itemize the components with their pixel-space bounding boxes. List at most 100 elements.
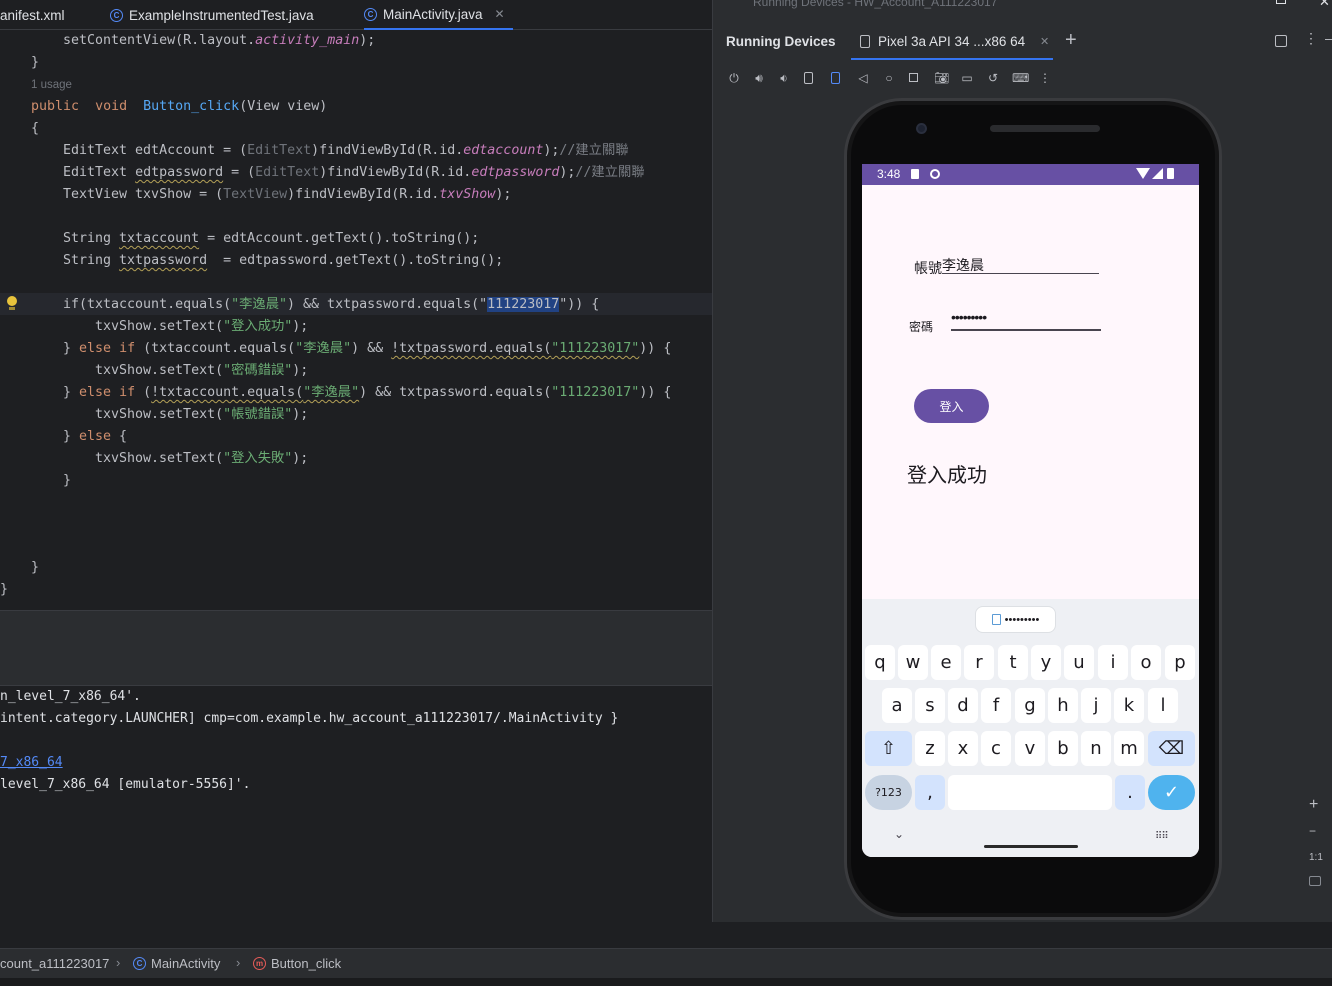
console-link[interactable]: 7_x86_64 <box>0 755 63 770</box>
code-line: String txtpassword = edtpassword.getText… <box>63 253 504 268</box>
lightbulb-icon[interactable] <box>7 296 17 310</box>
code-editor[interactable]: setContentView(R.layout.activity_main); … <box>0 30 712 610</box>
phone-screen[interactable]: 3:48 帳號 李逸晨 密碼 ••••••••• 登入 登入成功 •••••••… <box>862 164 1199 857</box>
backspace-key[interactable]: ⌫ <box>1148 731 1195 766</box>
zoom-in-button[interactable]: + <box>1309 796 1318 814</box>
enter-key[interactable]: ✓ <box>1148 775 1195 810</box>
volume-down-icon[interactable]: 🔉︎ <box>777 71 791 85</box>
tab-label: MainActivity.java <box>383 6 483 22</box>
key-w[interactable]: w <box>898 645 928 680</box>
tab-example-instrumented-test[interactable]: C ExampleInstrumentedTest.java <box>110 0 314 30</box>
key-n[interactable]: n <box>1081 731 1111 766</box>
close-icon[interactable]: ✕ <box>1040 35 1049 48</box>
ide-window: anifest.xml C ExampleInstrumentedTest.ja… <box>0 0 1332 986</box>
key-m[interactable]: m <box>1114 731 1144 766</box>
soft-keyboard: ••••••••• q w e r t y u i o p a s d f g … <box>862 599 1199 857</box>
login-button[interactable]: 登入 <box>914 389 989 423</box>
key-s[interactable]: s <box>915 688 945 723</box>
key-e[interactable]: e <box>931 645 961 680</box>
password-input[interactable]: ••••••••• <box>951 309 987 325</box>
overview-icon[interactable] <box>909 73 918 82</box>
tab-device[interactable]: Pixel 3a API 34 ...x86 64 ✕ <box>851 24 1053 60</box>
clipboard-suggestion[interactable]: ••••••••• <box>975 606 1056 633</box>
key-z[interactable]: z <box>915 731 945 766</box>
key-j[interactable]: j <box>1081 688 1111 723</box>
more-options-icon[interactable]: ⋮ <box>1304 30 1318 47</box>
layout-icon[interactable] <box>1275 35 1287 47</box>
password-underline <box>951 329 1101 331</box>
code-line: txvShow.setText("登入成功"); <box>95 319 309 334</box>
panel-splitter[interactable] <box>0 610 712 650</box>
rotate-right-icon[interactable] <box>831 72 840 84</box>
minimize-icon[interactable]: – <box>1325 30 1332 46</box>
running-devices-label: Running Devices <box>726 34 836 49</box>
gesture-home-bar[interactable] <box>984 845 1078 848</box>
account-input[interactable]: 李逸晨 <box>942 255 984 275</box>
zoom-out-button[interactable]: − <box>1309 824 1316 838</box>
key-b[interactable]: b <box>1048 731 1078 766</box>
code-line: txvShow.setText("帳號錯誤"); <box>95 407 309 422</box>
rotate-left-icon[interactable] <box>804 72 813 84</box>
symbols-key[interactable]: ?123 <box>865 775 912 810</box>
key-c[interactable]: c <box>981 731 1011 766</box>
usage-hint[interactable]: 1 usage <box>31 74 72 96</box>
key-p[interactable]: p <box>1165 645 1195 680</box>
key-u[interactable]: u <box>1064 645 1094 680</box>
camera-icon[interactable]: 📷︎ <box>934 71 949 85</box>
tab-label: anifest.xml <box>0 7 65 23</box>
reset-icon[interactable]: ↺ <box>986 71 1000 85</box>
space-key[interactable] <box>948 775 1112 810</box>
key-l[interactable]: l <box>1148 688 1178 723</box>
breadcrumb-project[interactable]: count_a111223017 <box>0 956 109 971</box>
breadcrumb-class[interactable]: C MainActivity <box>133 956 220 971</box>
class-icon: C <box>364 7 377 21</box>
signal-icon <box>1152 168 1163 179</box>
back-icon[interactable]: ◁ <box>856 71 870 85</box>
sync-icon <box>930 169 940 179</box>
breadcrumb-method[interactable]: m Button_click <box>253 956 341 971</box>
close-icon[interactable]: ✕ <box>1319 0 1330 10</box>
taskbar-strip <box>0 978 1332 986</box>
key-i[interactable]: i <box>1098 645 1128 680</box>
key-x[interactable]: x <box>948 731 978 766</box>
result-text: 登入成功 <box>907 465 987 487</box>
navigation-bar: count_a111223017 › C MainActivity › m Bu… <box>0 948 1332 978</box>
key-g[interactable]: g <box>1015 688 1045 723</box>
zoom-actual-button[interactable]: 1:1 <box>1309 852 1323 863</box>
code-line: TextView txvShow = (TextView)findViewByI… <box>63 187 512 202</box>
key-y[interactable]: y <box>1031 645 1061 680</box>
key-o[interactable]: o <box>1131 645 1161 680</box>
account-label: 帳號 <box>914 260 942 276</box>
keyboard-icon[interactable]: ⌨ <box>1012 71 1029 85</box>
home-icon[interactable]: ○ <box>882 71 896 85</box>
shift-key[interactable]: ⇧ <box>865 731 912 766</box>
key-a[interactable]: a <box>882 688 912 723</box>
tab-manifest[interactable]: anifest.xml <box>0 0 65 30</box>
key-t[interactable]: t <box>998 645 1028 680</box>
chevron-right-icon: › <box>116 955 121 970</box>
comma-key[interactable]: , <box>915 775 945 810</box>
add-device-button[interactable]: + <box>1065 29 1077 52</box>
key-k[interactable]: k <box>1114 688 1144 723</box>
record-icon[interactable]: ▭ <box>960 71 974 85</box>
keyboard-switch-icon[interactable]: ⠿⠿ <box>1155 831 1169 842</box>
period-key[interactable]: . <box>1115 775 1145 810</box>
more-icon[interactable]: ⋮ <box>1038 71 1052 85</box>
close-icon[interactable]: ✕ <box>495 7 505 21</box>
key-q[interactable]: q <box>865 645 895 680</box>
maximize-icon[interactable] <box>1276 0 1286 4</box>
key-r[interactable]: r <box>964 645 994 680</box>
front-camera <box>916 123 927 134</box>
code-line: txvShow.setText("密碼錯誤"); <box>95 363 309 378</box>
key-d[interactable]: d <box>948 688 978 723</box>
key-v[interactable]: v <box>1015 731 1045 766</box>
run-console[interactable]: n_level_7_x86_64'. intent.category.LAUNC… <box>0 686 712 948</box>
zoom-fit-icon[interactable] <box>1309 876 1321 886</box>
volume-up-icon[interactable]: 🔊︎ <box>752 71 766 85</box>
hide-keyboard-icon[interactable]: ⌄ <box>894 827 904 841</box>
power-icon[interactable]: ⏻ <box>727 71 741 85</box>
emulator-toolbar: ⏻ 🔊︎ 🔉︎ ◁ ○ 📷︎ ▭ ↺ ⌨ ⋮ <box>713 66 1332 92</box>
tab-main-activity[interactable]: C MainActivity.java ✕ <box>364 0 513 30</box>
key-f[interactable]: f <box>981 688 1011 723</box>
key-h[interactable]: h <box>1048 688 1078 723</box>
